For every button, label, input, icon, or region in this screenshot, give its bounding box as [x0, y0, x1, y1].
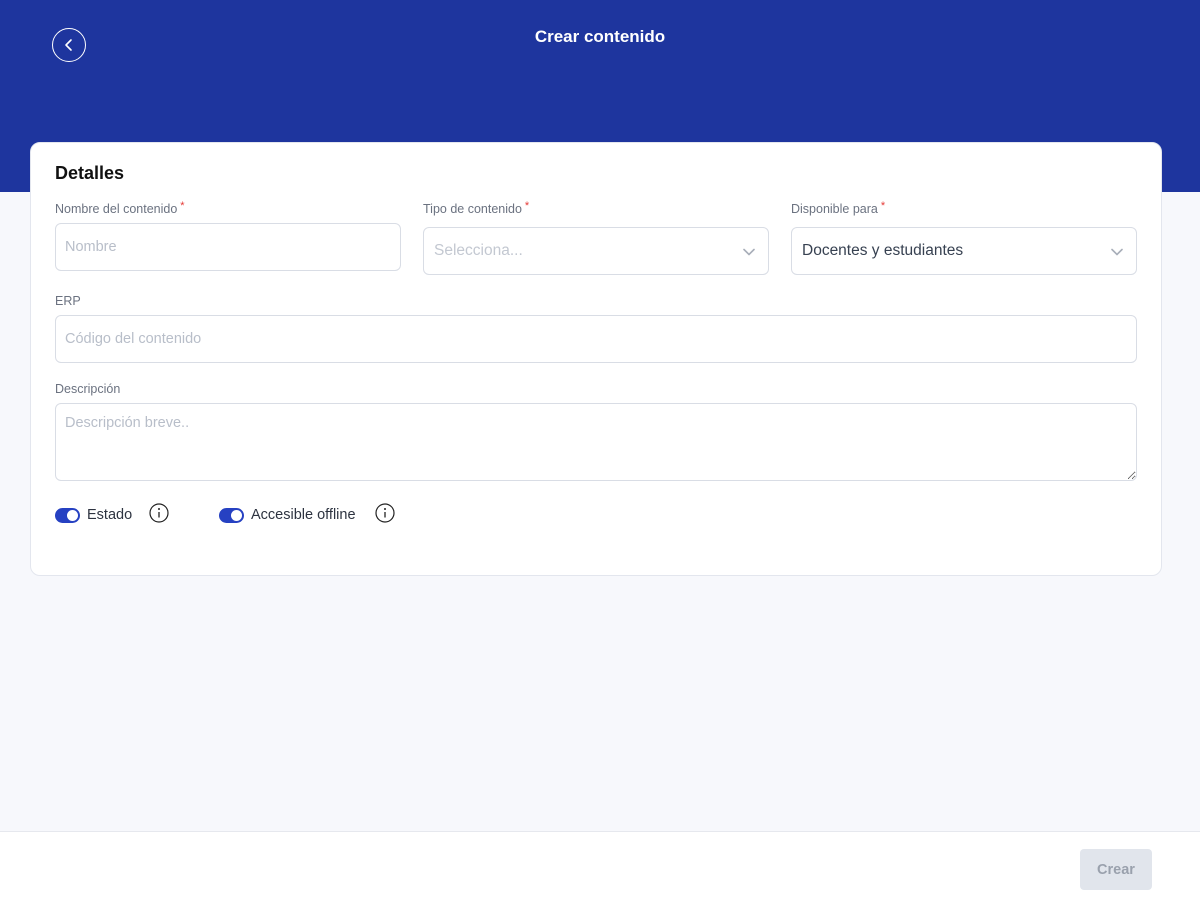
- details-card: Detalles Nombre del contenido* Tipo de c…: [30, 142, 1162, 576]
- tipo-select[interactable]: Selecciona...: [423, 227, 769, 275]
- tipo-label-text: Tipo de contenido: [423, 202, 522, 216]
- required-mark: *: [180, 200, 185, 212]
- erp-label: ERP: [55, 294, 81, 308]
- create-button[interactable]: Crear: [1080, 849, 1152, 890]
- descripcion-textarea[interactable]: [55, 403, 1137, 481]
- toggle-knob: [67, 510, 78, 521]
- nombre-input[interactable]: [55, 223, 401, 271]
- disponible-label: Disponible para *: [791, 200, 886, 216]
- disponible-label-text: Disponible para: [791, 202, 878, 216]
- info-icon[interactable]: [375, 503, 395, 523]
- estado-label: Estado: [87, 507, 133, 523]
- nombre-label-text: Nombre del contenido: [55, 202, 178, 216]
- required-mark: *: [880, 200, 886, 212]
- estado-toggle[interactable]: [55, 508, 80, 523]
- tipo-label: Tipo de contenido *: [423, 200, 530, 216]
- nombre-label: Nombre del contenido *: [55, 200, 185, 216]
- section-title: Detalles: [55, 163, 125, 183]
- disponible-select[interactable]: Docentes y estudiantes: [791, 227, 1137, 275]
- chevron-down-icon: [743, 248, 755, 256]
- page-title: Crear contenido: [534, 27, 666, 46]
- chevron-down-icon: [1111, 248, 1123, 256]
- offline-toggle[interactable]: [219, 508, 244, 523]
- offline-label: Accesible offline: [251, 507, 356, 523]
- footer-bar: Crear: [0, 831, 1200, 904]
- toggle-knob: [231, 510, 242, 521]
- required-mark: *: [524, 200, 530, 212]
- info-icon[interactable]: [149, 503, 169, 523]
- descripcion-label: Descripción: [55, 382, 121, 396]
- disponible-select-value: Docentes y estudiantes: [802, 242, 964, 259]
- erp-input[interactable]: [55, 315, 1137, 363]
- tipo-select-placeholder: Selecciona...: [434, 242, 523, 259]
